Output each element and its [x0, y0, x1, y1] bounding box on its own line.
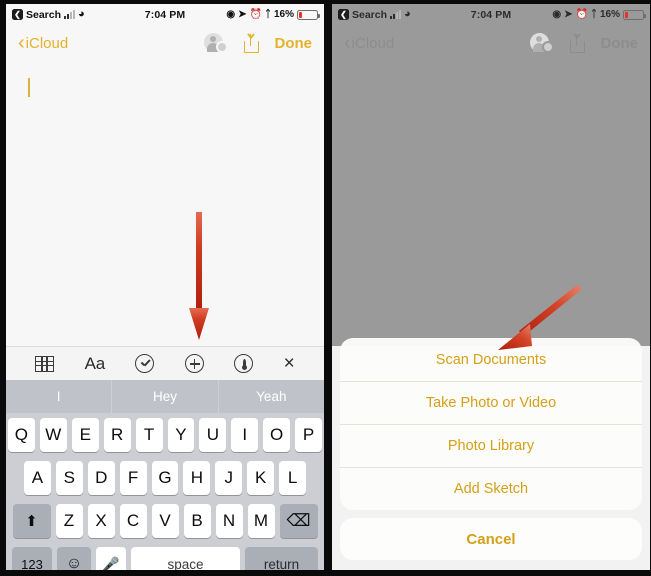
location-icon: ◉	[552, 9, 562, 20]
share-icon	[569, 33, 585, 53]
key-h[interactable]: H	[183, 461, 211, 495]
status-bar-right-group: ◉ ➤ ⏰ ᛏ 16%	[226, 9, 320, 20]
suggestion-1[interactable]: I	[6, 380, 111, 413]
battery-icon	[623, 9, 646, 20]
key-x[interactable]: X	[87, 504, 115, 538]
key-o[interactable]: O	[263, 418, 291, 452]
alarm-icon: ⏰	[249, 9, 262, 20]
back-button-label: iCloud	[351, 34, 395, 52]
done-button[interactable]: Done	[275, 35, 313, 52]
red-diagonal-arrow	[498, 286, 582, 350]
location-icon: ◉	[226, 9, 236, 20]
action-photo-library[interactable]: Photo Library	[340, 424, 642, 467]
phone-panel-left: ❮ Search ◕ 7:04 PM ◉ ➤ ⏰ ᛏ 16% ‹ iCloud	[6, 4, 324, 570]
add-person-icon[interactable]	[203, 33, 228, 53]
key-a[interactable]: A	[24, 461, 51, 495]
key-b[interactable]: B	[183, 504, 211, 538]
keyboard-row-3: ⬆ Z X C V B N M ⌫	[8, 504, 322, 538]
key-l[interactable]: L	[279, 461, 307, 495]
keyboard-row-2: A S D F G H J K L	[8, 461, 322, 495]
action-add-sketch[interactable]: Add Sketch	[340, 467, 642, 510]
microphone-key[interactable]: 🎤	[96, 547, 126, 570]
key-t[interactable]: T	[135, 418, 163, 452]
keyboard-row-4: 123 ☺ 🎤 space return	[8, 547, 322, 570]
phone-panel-right: ❮ Search ◕ 7:04 PM ◉ ➤ ⏰ ᛏ 16% ‹ iCloud	[332, 4, 650, 570]
dimmed-backdrop[interactable]	[332, 61, 650, 346]
key-v[interactable]: V	[151, 504, 179, 538]
share-icon[interactable]	[243, 33, 259, 53]
bluetooth-icon: ᛏ	[264, 9, 271, 20]
key-d[interactable]: D	[87, 461, 115, 495]
numbers-key[interactable]: 123	[12, 547, 52, 570]
screenshot-stage: ❮ Search ◕ 7:04 PM ◉ ➤ ⏰ ᛏ 16% ‹ iCloud	[0, 0, 651, 576]
emoji-key[interactable]: ☺	[57, 547, 91, 570]
key-w[interactable]: W	[39, 418, 67, 452]
battery-percent: 16%	[599, 9, 620, 20]
nav-actions: Done	[203, 33, 313, 53]
chevron-left-icon: ‹	[344, 31, 351, 54]
key-c[interactable]: C	[119, 504, 147, 538]
key-m[interactable]: M	[247, 504, 275, 538]
navigation-icon: ➤	[564, 9, 573, 20]
alarm-icon: ⏰	[575, 9, 588, 20]
status-bar-right-group-2: ◉ ➤ ⏰ ᛏ 16%	[552, 9, 646, 20]
key-n[interactable]: N	[215, 504, 243, 538]
battery-icon	[297, 9, 320, 20]
markup-pen-icon[interactable]	[234, 354, 254, 373]
key-q[interactable]: Q	[7, 418, 35, 452]
backspace-key[interactable]: ⌫	[279, 504, 318, 538]
key-z[interactable]: Z	[55, 504, 83, 538]
keyboard-row-1: Q W E R T Y U I O P	[7, 418, 323, 452]
key-s[interactable]: S	[55, 461, 83, 495]
add-attachment-icon[interactable]	[184, 354, 204, 373]
chevron-left-icon: ‹	[18, 31, 25, 54]
back-button-icloud[interactable]: ‹ iCloud	[18, 31, 69, 54]
back-button-icloud-dimmed: ‹ iCloud	[344, 31, 395, 54]
action-sheet: Scan Documents Take Photo or Video Photo…	[340, 338, 642, 560]
key-g[interactable]: G	[151, 461, 179, 495]
nav-bar-right: ‹ iCloud Done	[332, 25, 650, 61]
key-y[interactable]: Y	[167, 418, 195, 452]
action-scan-documents[interactable]: Scan Documents	[340, 338, 642, 381]
add-person-icon	[529, 33, 554, 53]
action-cancel[interactable]: Cancel	[340, 518, 642, 560]
return-key[interactable]: return	[245, 547, 318, 570]
format-toolbar: Aa ×	[6, 346, 324, 380]
key-p[interactable]: P	[295, 418, 323, 452]
suggestion-2[interactable]: Hey	[111, 380, 217, 413]
status-bar-right: ❮ Search ◕ 7:04 PM ◉ ➤ ⏰ ᛏ 16%	[332, 4, 650, 25]
nav-actions-dimmed: Done	[529, 33, 639, 53]
shift-key[interactable]: ⬆	[12, 504, 51, 538]
done-button: Done	[600, 34, 639, 52]
key-e[interactable]: E	[71, 418, 99, 452]
action-take-photo-or-video[interactable]: Take Photo or Video	[340, 381, 642, 424]
note-editor-area[interactable]	[6, 61, 324, 346]
predictive-text-bar: I Hey Yeah	[6, 380, 324, 413]
key-f[interactable]: F	[119, 461, 147, 495]
action-sheet-options: Scan Documents Take Photo or Video Photo…	[340, 338, 642, 510]
battery-percent: 16%	[273, 9, 294, 20]
checklist-icon[interactable]	[135, 354, 155, 373]
navigation-icon: ➤	[238, 9, 247, 20]
key-k[interactable]: K	[247, 461, 275, 495]
key-i[interactable]: I	[231, 418, 259, 452]
red-down-arrow	[189, 212, 209, 340]
on-screen-keyboard: Q W E R T Y U I O P A S D F G H J K L ⬆ …	[6, 413, 324, 570]
text-format-icon[interactable]: Aa	[85, 355, 106, 372]
table-icon[interactable]	[35, 355, 55, 372]
key-u[interactable]: U	[199, 418, 227, 452]
text-caret	[28, 78, 30, 97]
nav-bar-left: ‹ iCloud Done	[6, 25, 324, 61]
key-r[interactable]: R	[103, 418, 131, 452]
back-button-label: iCloud	[25, 34, 69, 52]
key-j[interactable]: J	[215, 461, 243, 495]
space-key[interactable]: space	[131, 547, 240, 570]
close-icon[interactable]: ×	[284, 354, 295, 373]
status-bar-left: ❮ Search ◕ 7:04 PM ◉ ➤ ⏰ ᛏ 16%	[6, 4, 324, 25]
suggestion-3[interactable]: Yeah	[217, 380, 324, 413]
bluetooth-icon: ᛏ	[590, 9, 597, 20]
